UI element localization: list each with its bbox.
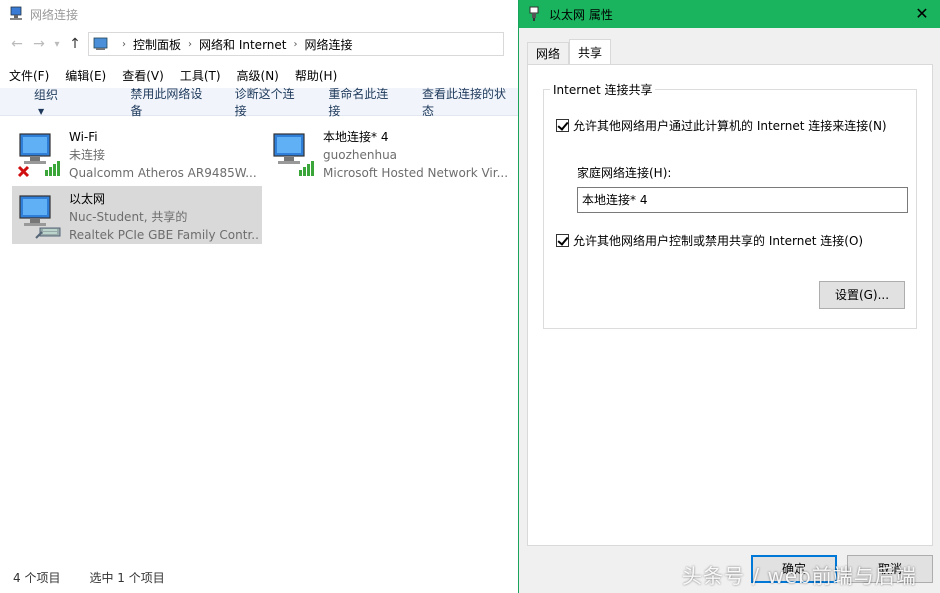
connection-text: 本地连接* 4 guozhenhua Microsoft Hosted Netw… — [323, 128, 513, 182]
window-title: 网络连接 — [30, 7, 79, 22]
connection-name: 本地连接* 4 — [323, 130, 389, 144]
item-count: 4 个项目 — [13, 570, 61, 585]
breadcrumb-separator-icon: › — [122, 38, 126, 50]
group-title: Internet 连接共享 — [550, 81, 656, 98]
allow-connect-label: 允许其他网络用户通过此计算机的 Internet 连接来连接(N) — [573, 119, 887, 133]
connection-item-ethernet[interactable]: 以太网 Nuc-Student, 共享的 Realtek PCIe GBE Fa… — [12, 186, 262, 244]
menu-view[interactable]: 查看(V) — [113, 67, 171, 84]
menu-file[interactable]: 文件(F) — [0, 67, 56, 84]
dropdown-caret-icon: ▼ — [38, 107, 45, 116]
recent-locations-chevron-icon[interactable]: ▾ — [50, 33, 64, 55]
dialog-tabs: 网络 共享 — [527, 38, 612, 65]
organize-button[interactable]: 组织 ▼ — [0, 86, 100, 117]
home-network-select[interactable]: 本地连接* 4 — [577, 187, 908, 213]
menu-help[interactable]: 帮助(H) — [286, 67, 344, 84]
rename-button[interactable]: 重命名此连接 — [311, 85, 392, 119]
ethernet-icon — [19, 195, 61, 239]
network-adapter-icon — [529, 6, 539, 21]
sharing-tab-panel: Internet 连接共享 允许其他网络用户通过此计算机的 Internet 连… — [527, 64, 933, 546]
menu-edit[interactable]: 编辑(E) — [56, 67, 113, 84]
forward-arrow-icon[interactable]: → — [28, 33, 50, 55]
ics-groupbox: Internet 连接共享 允许其他网络用户通过此计算机的 Internet 连… — [543, 81, 917, 329]
connection-text: 以太网 Nuc-Student, 共享的 Realtek PCIe GBE Fa… — [69, 190, 259, 244]
home-network-label: 家庭网络连接(H): — [577, 166, 672, 180]
view-status-button[interactable]: 查看此连接的状态 — [405, 85, 507, 119]
allow-control-checkbox[interactable] — [556, 234, 569, 247]
connection-status: 未连接 — [69, 148, 106, 162]
breadcrumb-separator-icon: › — [188, 38, 193, 50]
tab-sharing[interactable]: 共享 — [569, 39, 612, 65]
connection-device: Realtek PCIe GBE Family Contr... — [69, 228, 259, 242]
close-icon[interactable]: ✕ — [912, 4, 932, 24]
dialog-titlebar: 以太网 属性 ✕ — [519, 0, 940, 28]
allow-control-checkbox-row[interactable]: 允许其他网络用户控制或禁用共享的 Internet 连接(O) — [556, 232, 863, 249]
explorer-titlebar: 网络连接 — [0, 0, 520, 28]
connection-text: Wi-Fi 未连接 Qualcomm Atheros AR9485W... — [69, 128, 259, 182]
command-bar: 组织 ▼ 禁用此网络设备 诊断这个连接 重命名此连接 查看此连接的状态 — [0, 85, 520, 119]
connection-device: Microsoft Hosted Network Vir... — [323, 166, 509, 180]
breadcrumb-network-connections[interactable]: 网络连接 — [304, 36, 352, 53]
settings-button[interactable]: 设置(G)... — [819, 281, 905, 309]
breadcrumb-network-internet[interactable]: 网络和 Internet — [199, 36, 286, 53]
menu-bar: 文件(F) 编辑(E) 查看(V) 工具(T) 高级(N) 帮助(H) — [0, 64, 520, 86]
up-arrow-icon[interactable]: ↑ — [64, 33, 86, 55]
connection-status: guozhenhua — [323, 148, 398, 162]
allow-control-label: 允许其他网络用户控制或禁用共享的 Internet 连接(O) — [573, 234, 864, 248]
control-panel-icon — [93, 37, 108, 50]
breadcrumb-control-panel[interactable]: 控制面板 — [133, 36, 181, 53]
connection-item-wifi[interactable]: Wi-Fi 未连接 Qualcomm Atheros AR9485W... — [12, 124, 262, 182]
wifi-disconnected-icon — [17, 133, 60, 178]
status-bar: 4 个项目 选中 1 个项目 — [0, 566, 520, 588]
connection-name: Wi-Fi — [69, 130, 98, 144]
navigation-bar: ← → ▾ ↑ › 控制面板 › 网络和 Internet › 网络连接 — [0, 30, 520, 58]
connection-status: Nuc-Student, 共享的 — [69, 210, 188, 224]
connection-item-local-4[interactable]: 本地连接* 4 guozhenhua Microsoft Hosted Netw… — [266, 124, 516, 182]
watermark: 头条号 / web前端与后端 — [682, 564, 917, 588]
back-arrow-icon[interactable]: ← — [6, 33, 28, 55]
disable-device-button[interactable]: 禁用此网络设备 — [113, 85, 204, 119]
organize-label: 组织 — [34, 88, 59, 102]
address-bar[interactable]: › 控制面板 › 网络和 Internet › 网络连接 — [88, 32, 504, 56]
network-connections-icon — [10, 6, 22, 20]
wifi-signal-icon — [273, 133, 314, 176]
menu-advanced[interactable]: 高级(N) — [228, 67, 286, 84]
tab-networking[interactable]: 网络 — [527, 42, 570, 64]
breadcrumb-separator-icon: › — [293, 38, 298, 50]
ethernet-properties-dialog: 以太网 属性 ✕ 网络 共享 Internet 连接共享 允许其他网络用户通过此… — [518, 0, 940, 593]
diagnose-button[interactable]: 诊断这个连接 — [218, 85, 299, 119]
connection-name: 以太网 — [69, 192, 106, 206]
allow-connect-checkbox-row[interactable]: 允许其他网络用户通过此计算机的 Internet 连接来连接(N) — [556, 117, 887, 134]
allow-connect-checkbox[interactable] — [556, 119, 569, 132]
selected-count: 选中 1 个项目 — [89, 570, 165, 585]
menu-tools[interactable]: 工具(T) — [171, 67, 228, 84]
dialog-title: 以太网 属性 — [549, 7, 613, 22]
connection-device: Qualcomm Atheros AR9485W... — [69, 166, 257, 180]
